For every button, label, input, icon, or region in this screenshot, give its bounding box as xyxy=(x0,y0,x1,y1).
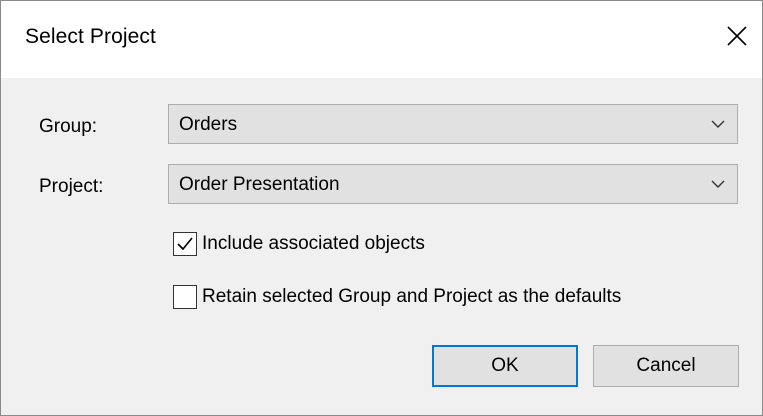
ok-button[interactable]: OK xyxy=(432,345,578,387)
close-icon xyxy=(727,26,747,46)
project-dropdown[interactable]: Order Presentation xyxy=(168,164,738,204)
project-label: Project: xyxy=(39,176,104,197)
group-label: Group: xyxy=(39,116,98,137)
dialog-title: Select Project xyxy=(25,25,156,48)
select-project-dialog: Select Project Group: Orders Project: Or… xyxy=(0,0,763,416)
retain-defaults-label: Retain selected Group and Project as the… xyxy=(202,286,622,307)
include-associated-checkbox[interactable] xyxy=(173,232,197,256)
group-dropdown-value: Orders xyxy=(179,114,238,135)
retain-defaults-checkbox[interactable] xyxy=(173,285,197,309)
project-dropdown-value: Order Presentation xyxy=(179,174,340,195)
cancel-button[interactable]: Cancel xyxy=(593,345,739,387)
checkmark-icon xyxy=(177,237,193,251)
close-button[interactable] xyxy=(712,11,762,61)
include-associated-label: Include associated objects xyxy=(202,233,425,254)
chevron-down-icon xyxy=(711,180,725,188)
group-dropdown[interactable]: Orders xyxy=(168,104,738,144)
chevron-down-icon xyxy=(711,120,725,128)
title-bar: Select Project xyxy=(1,1,762,78)
